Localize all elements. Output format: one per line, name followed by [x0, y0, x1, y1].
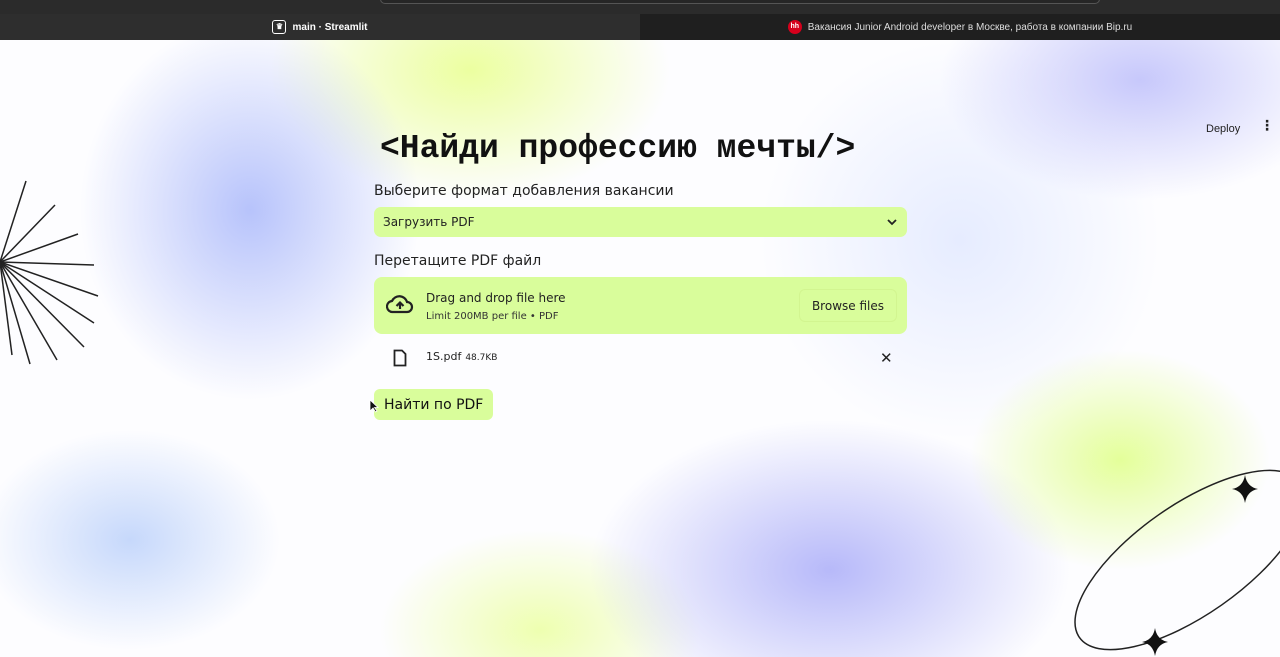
sparkle-icon — [1142, 628, 1168, 656]
file-dropzone[interactable]: Drag and drop file here Limit 200MB per … — [374, 277, 907, 334]
tab-hh-vacancy[interactable]: hh Вакансия Junior Android developer в М… — [640, 14, 1280, 40]
dropzone-hint: Limit 200MB per file • PDF — [426, 311, 559, 322]
mouse-cursor-icon — [369, 399, 379, 413]
format-label: Выберите формат добавления вакансии — [374, 183, 674, 199]
uploaded-file-row: 1S.pdf 48.7KB ✕ — [374, 345, 907, 375]
remove-file-icon[interactable]: ✕ — [880, 349, 893, 367]
hh-icon: hh — [787, 20, 802, 34]
starburst-icon — [0, 180, 99, 365]
file-icon — [393, 349, 407, 367]
streamlit-app: Deploy ⋮ <Найди профессию мечты/> Выбери… — [0, 40, 1280, 657]
ellipse-ring — [1074, 469, 1280, 651]
chevron-down-icon — [887, 219, 897, 226]
tab-title: main · Streamlit — [292, 21, 368, 33]
tab-streamlit[interactable]: ♛ main · Streamlit — [0, 14, 640, 40]
streamlit-crown-icon: ♛ — [272, 20, 287, 34]
dropzone-title: Drag and drop file here — [426, 291, 566, 305]
search-by-pdf-button[interactable]: Найти по PDF — [374, 389, 494, 420]
cloud-upload-icon — [386, 295, 414, 314]
file-name: 1S.pdf — [426, 350, 462, 363]
address-bar[interactable] — [380, 0, 1100, 4]
page-title: <Найди профессию мечты/> — [380, 130, 856, 167]
sparkle-icon — [1232, 475, 1258, 503]
file-size: 48.7KB — [465, 353, 498, 363]
upload-label: Перетащите PDF файл — [374, 253, 542, 269]
browse-files-button[interactable]: Browse files — [798, 289, 897, 322]
tab-title: Вакансия Junior Android developer в Моск… — [807, 21, 1133, 33]
format-selected-value: Загрузить PDF — [383, 215, 475, 229]
browser-tab-bar: ♛ main · Streamlit hh Вакансия Junior An… — [0, 0, 1280, 40]
main-menu-icon[interactable]: ⋮ — [1260, 118, 1274, 134]
deploy-button[interactable]: Deploy — [1206, 123, 1240, 135]
format-select[interactable]: Загрузить PDF — [374, 207, 907, 237]
